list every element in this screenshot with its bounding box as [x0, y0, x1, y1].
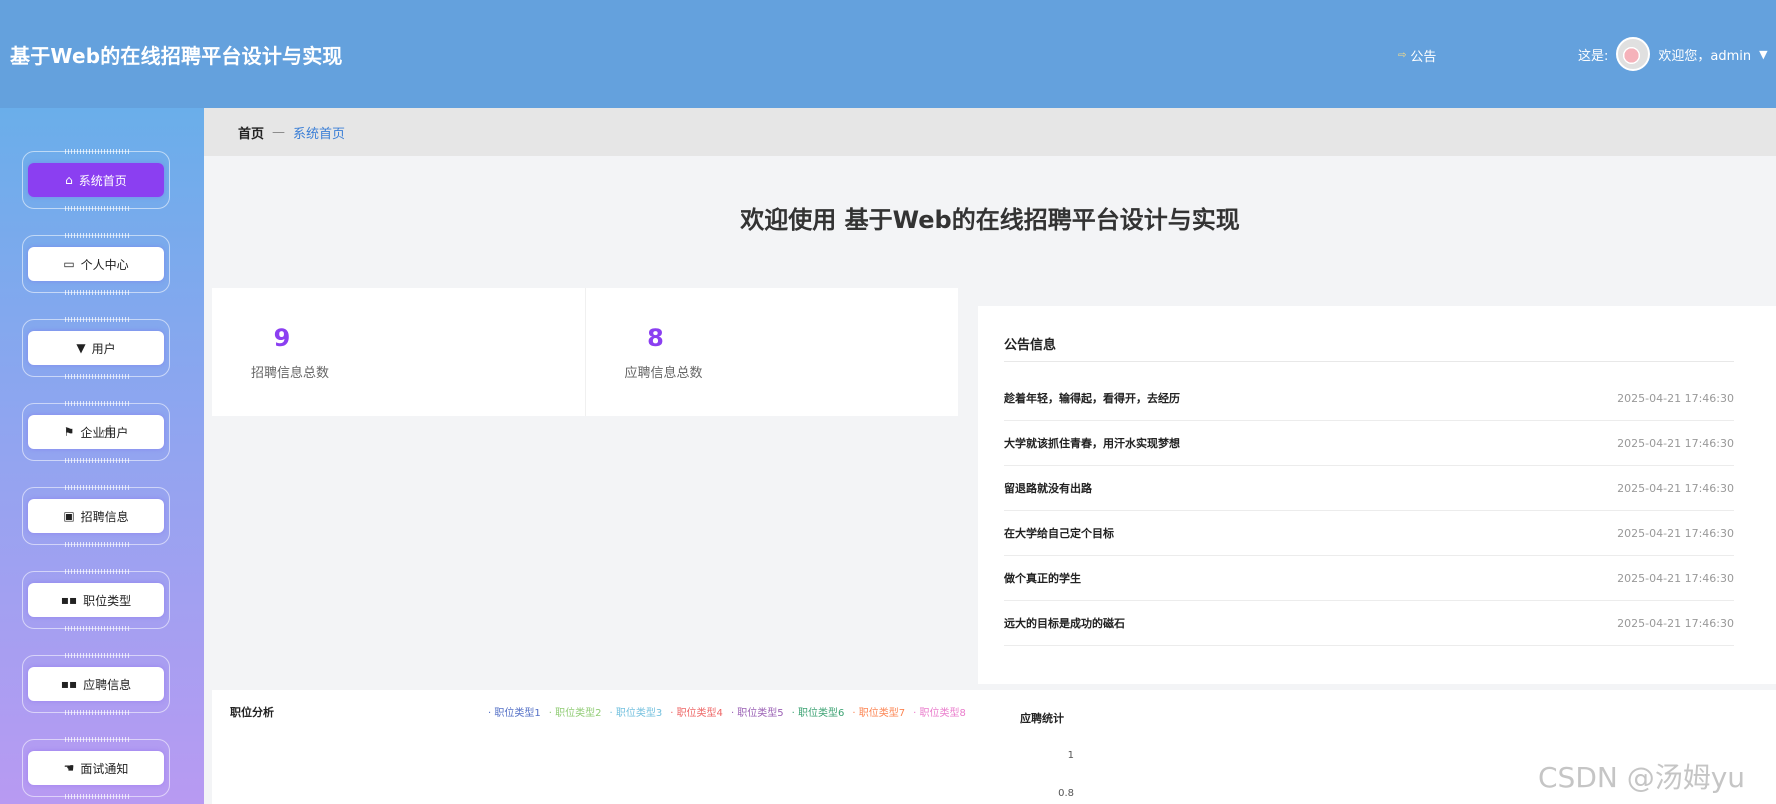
notice-title[interactable]: 远大的目标是成功的磁石: [1004, 615, 1125, 631]
list-item[interactable]: 大学就该抓住青春，用汗水实现梦想 2025-04-21 17:46:30: [1004, 421, 1734, 466]
page-title: 欢迎使用 基于Web的在线招聘平台设计与实现: [740, 206, 1240, 234]
stats-card: 9 招聘信息总数 8 应聘信息总数: [212, 288, 958, 416]
notice-date: 2025-04-21 17:46:30: [1617, 481, 1734, 495]
list-item[interactable]: 趁着年轻，输得起，看得开，去经历 2025-04-21 17:46:30: [1004, 376, 1734, 421]
top-header: 基于Web的在线招聘平台设计与实现 ⇨ 公告 这是: 欢迎您，admin ▼: [0, 0, 1776, 108]
sidebar-item-job-types[interactable]: ▪▪ 职位类型: [22, 569, 170, 631]
y-tick: 1: [1067, 750, 1074, 761]
grid-icon: ▪▪: [60, 593, 78, 607]
flag-icon: ⚑: [63, 425, 75, 439]
notice-date: 2025-04-21 17:46:30: [1617, 436, 1734, 450]
chart-legend: 职位类型1 职位类型2 职位类型3 职位类型4 职位类型5 职位类型6 职位类型7 职位类型8: [488, 704, 966, 719]
sidebar-item-users[interactable]: ▼ 用户: [22, 317, 170, 379]
notice-date: 2025-04-21 17:46:30: [1617, 571, 1734, 585]
chevron-down-icon[interactable]: ▼: [1759, 48, 1767, 61]
sidebar-item-label: 用户: [91, 341, 116, 356]
sidebar-item-label: 个人中心: [80, 257, 129, 272]
notice-panel: 公告信息 趁着年轻，输得起，看得开，去经历 2025-04-21 17:46:30…: [978, 306, 1776, 684]
legend-item[interactable]: 职位类型4: [670, 704, 723, 719]
notice-date: 2025-04-21 17:46:30: [1617, 391, 1734, 405]
notice-date: 2025-04-21 17:46:30: [1617, 616, 1734, 630]
grid-icon: ▪▪: [60, 677, 78, 691]
breadcrumb-separator: —: [272, 124, 286, 140]
notice-title[interactable]: 大学就该抓住青春，用汗水实现梦想: [1004, 435, 1180, 451]
user-prefix: 这是:: [1578, 48, 1609, 64]
like-icon: ☚: [63, 761, 75, 775]
notice-link[interactable]: ⇨ 公告: [1398, 46, 1436, 65]
divider: [1004, 361, 1734, 362]
watermark: CSDN @汤姆yu: [1538, 761, 1746, 794]
sidebar: ⌂ 系统首页 ▭ 个人中心 ▼ 用户 ⚑ 企业用户 ▣ 招聘信息 ▪▪ 职位类型…: [0, 108, 204, 804]
app-title: 基于Web的在线招聘平台设计与实现: [10, 44, 343, 68]
sidebar-item-jobs[interactable]: ▣ 招聘信息: [22, 485, 170, 547]
sidebar-item-home[interactable]: ⌂ 系统首页: [22, 149, 170, 211]
breadcrumb-current: 系统首页: [293, 126, 346, 142]
legend-item[interactable]: 职位类型6: [792, 704, 844, 719]
menu-button[interactable]: ☚ 面试通知: [28, 751, 164, 785]
menu-button[interactable]: ▪▪ 职位类型: [28, 583, 164, 617]
stat-value: 8: [647, 324, 664, 352]
sidebar-item-profile[interactable]: ▭ 个人中心: [22, 233, 170, 295]
menu-button[interactable]: ⚑ 企业用户: [28, 415, 164, 449]
notice-title[interactable]: 做个真正的学生: [1004, 570, 1081, 586]
legend-item[interactable]: 职位类型7: [852, 704, 905, 719]
sidebar-item-label: 面试通知: [80, 761, 129, 776]
breadcrumb: 首页 — 系统首页: [204, 108, 1776, 156]
menu-button[interactable]: ▪▪ 应聘信息: [28, 667, 164, 701]
notice-label: 公告: [1410, 50, 1437, 65]
sidebar-item-label: 系统首页: [78, 173, 127, 188]
stat-applications: 8 应聘信息总数: [584, 288, 959, 416]
sidebar-item-company-users[interactable]: ⚑ 企业用户: [22, 401, 170, 463]
sidebar-item-label: 职位类型: [83, 593, 132, 608]
home-icon: ⌂: [65, 173, 73, 187]
menu-button[interactable]: ▼ 用户: [28, 331, 164, 365]
breadcrumb-home[interactable]: 首页: [238, 123, 264, 142]
list-item[interactable]: 远大的目标是成功的磁石 2025-04-21 17:46:30: [1004, 601, 1734, 646]
menu-button[interactable]: ▭ 个人中心: [28, 247, 164, 281]
sidebar-item-label: 应聘信息: [83, 677, 132, 692]
chart-title: 应聘统计: [1020, 712, 1064, 725]
announcement-icon: ⇨: [1398, 50, 1407, 61]
notice-list: 趁着年轻，输得起，看得开，去经历 2025-04-21 17:46:30 大学就该…: [1004, 376, 1734, 646]
list-item[interactable]: 在大学给自己定个目标 2025-04-21 17:46:30: [1004, 511, 1734, 556]
notice-date: 2025-04-21 17:46:30: [1617, 526, 1734, 540]
avatar[interactable]: [1616, 37, 1651, 71]
notice-title[interactable]: 趁着年轻，输得起，看得开，去经历: [1004, 390, 1180, 406]
user-menu[interactable]: 这是: 欢迎您，admin ▼: [1578, 36, 1768, 72]
chart-title: 职位分析: [230, 706, 274, 719]
clipboard-icon: ▣: [63, 509, 75, 523]
card-icon: ▭: [63, 257, 75, 271]
stat-label: 招聘信息总数: [251, 366, 330, 381]
legend-item[interactable]: 职位类型3: [609, 704, 662, 719]
legend-item[interactable]: 职位类型2: [549, 704, 601, 719]
stat-label: 应聘信息总数: [624, 366, 703, 381]
legend-item[interactable]: 职位类型1: [488, 704, 540, 719]
welcome-user: 欢迎您，admin: [1658, 48, 1752, 64]
list-item[interactable]: 做个真正的学生 2025-04-21 17:46:30: [1004, 556, 1734, 601]
notice-title[interactable]: 留退路就没有出路: [1004, 480, 1092, 496]
hand-cursor-icon: ☝: [102, 422, 113, 443]
list-item[interactable]: 留退路就没有出路 2025-04-21 17:46:30: [1004, 466, 1734, 511]
user-icon: ▼: [76, 341, 86, 355]
sidebar-item-applications[interactable]: ▪▪ 应聘信息: [22, 653, 170, 715]
notice-panel-title: 公告信息: [1004, 338, 1057, 353]
legend-item[interactable]: 职位类型8: [913, 704, 966, 719]
job-analysis-chart: 职位分析 职位类型1 职位类型2 职位类型3 职位类型4 职位类型5 职位类型6 职位类型7…: [212, 690, 988, 804]
notice-title[interactable]: 在大学给自己定个目标: [1004, 525, 1114, 541]
legend-item[interactable]: 职位类型5: [731, 704, 783, 719]
sidebar-item-label: 招聘信息: [80, 509, 129, 524]
menu-button[interactable]: ⌂ 系统首页: [28, 163, 164, 197]
y-tick: 0.8: [1058, 788, 1074, 799]
stat-jobs: 9 招聘信息总数: [212, 288, 585, 416]
stat-value: 9: [273, 324, 291, 352]
sidebar-item-interviews[interactable]: ☚ 面试通知: [22, 737, 170, 799]
menu-button[interactable]: ▣ 招聘信息: [28, 499, 164, 533]
